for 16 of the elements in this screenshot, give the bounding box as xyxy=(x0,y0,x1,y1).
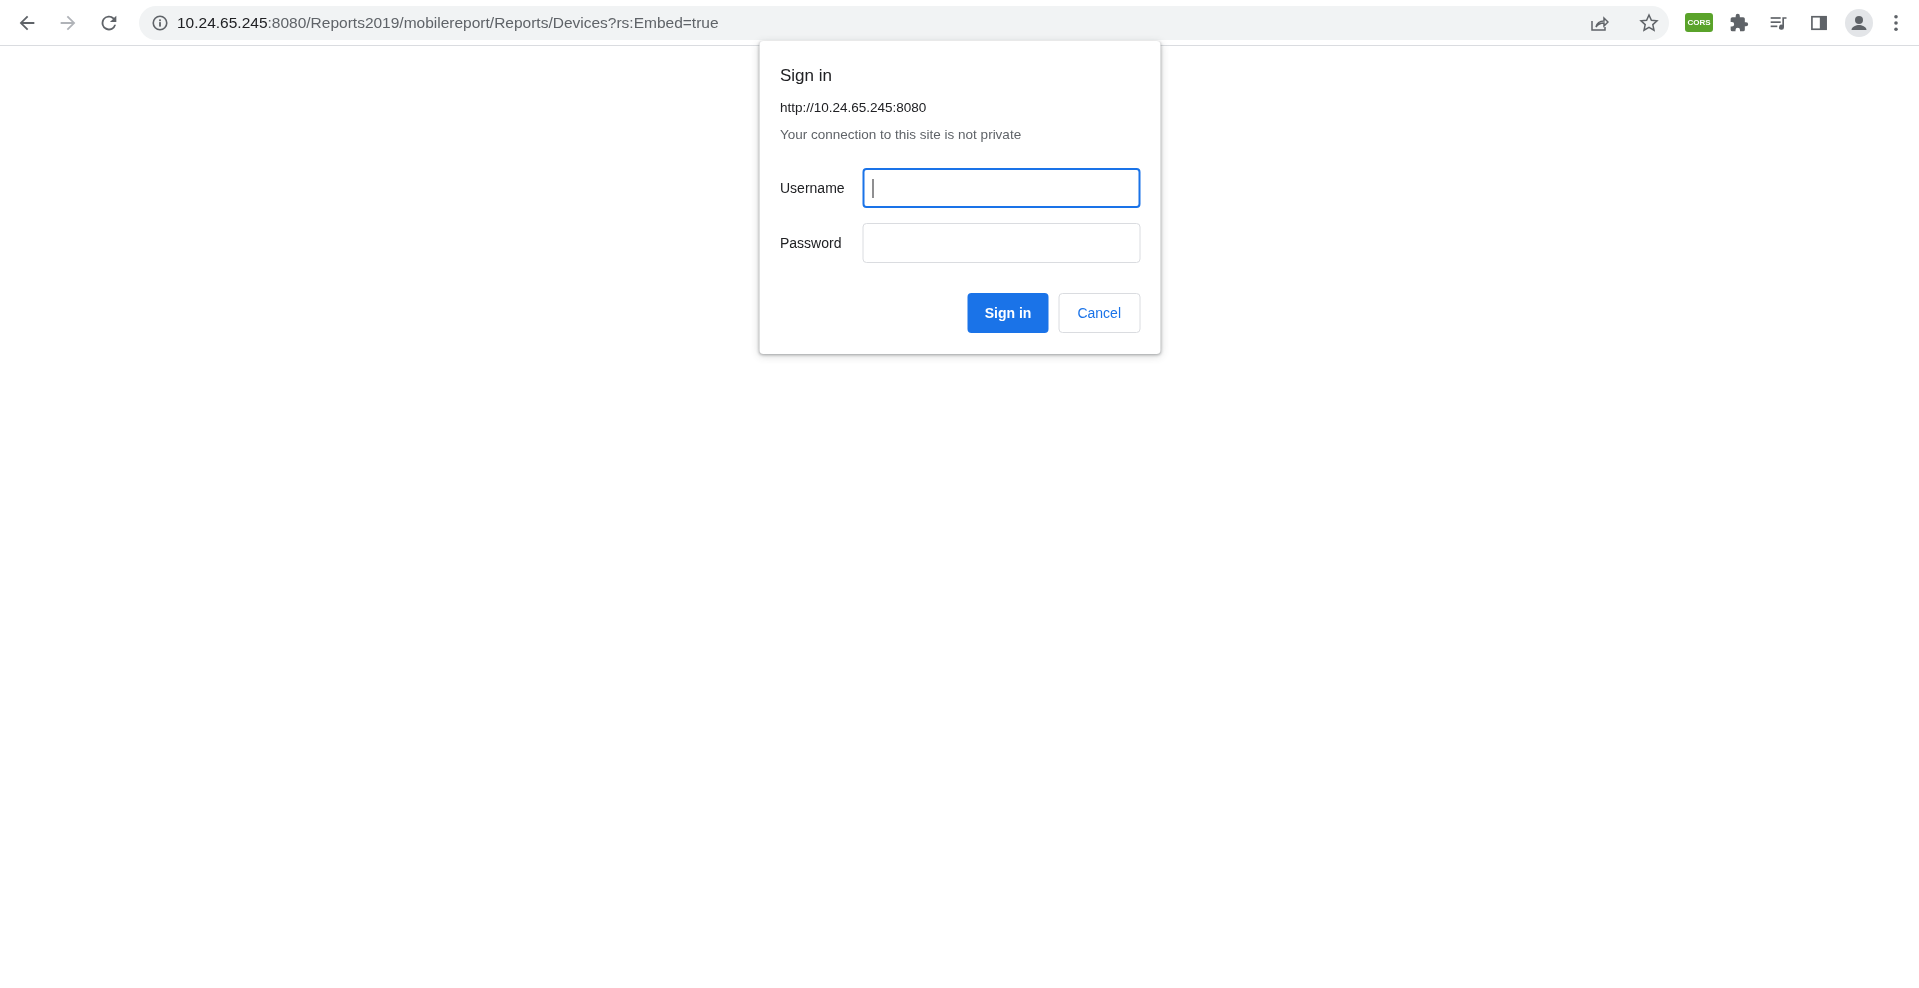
bookmark-star-icon[interactable] xyxy=(1639,12,1659,33)
field-label: Password xyxy=(780,235,843,251)
field-label: Username xyxy=(780,180,846,196)
site-origin: http://10.24.65.245:8080 xyxy=(780,100,928,115)
dialog-title: Sign in xyxy=(780,66,833,86)
profile-avatar-icon[interactable] xyxy=(1845,8,1873,37)
sign-in-button[interactable]: Sign in xyxy=(967,293,1049,333)
extension-icon[interactable]: CORS xyxy=(1685,13,1713,32)
menu-icon[interactable] xyxy=(1893,13,1899,32)
puzzle-icon[interactable] xyxy=(1729,12,1749,33)
privacy-warning: Your connection to this site is not private xyxy=(780,127,1023,142)
info-icon[interactable] xyxy=(151,13,169,32)
cancel-button[interactable]: Cancel xyxy=(1058,293,1140,333)
input-field[interactable] xyxy=(862,168,1140,208)
url-text: 10.24.65.245:8080/Reports2019/mobilereport/Reports/Devices?rs:Embed=true xyxy=(177,13,720,32)
address-bar[interactable]: 10.24.65.245:8080/Reports2019/mobilereport/Reports/Devices?rs:Embed=true xyxy=(139,5,1669,40)
